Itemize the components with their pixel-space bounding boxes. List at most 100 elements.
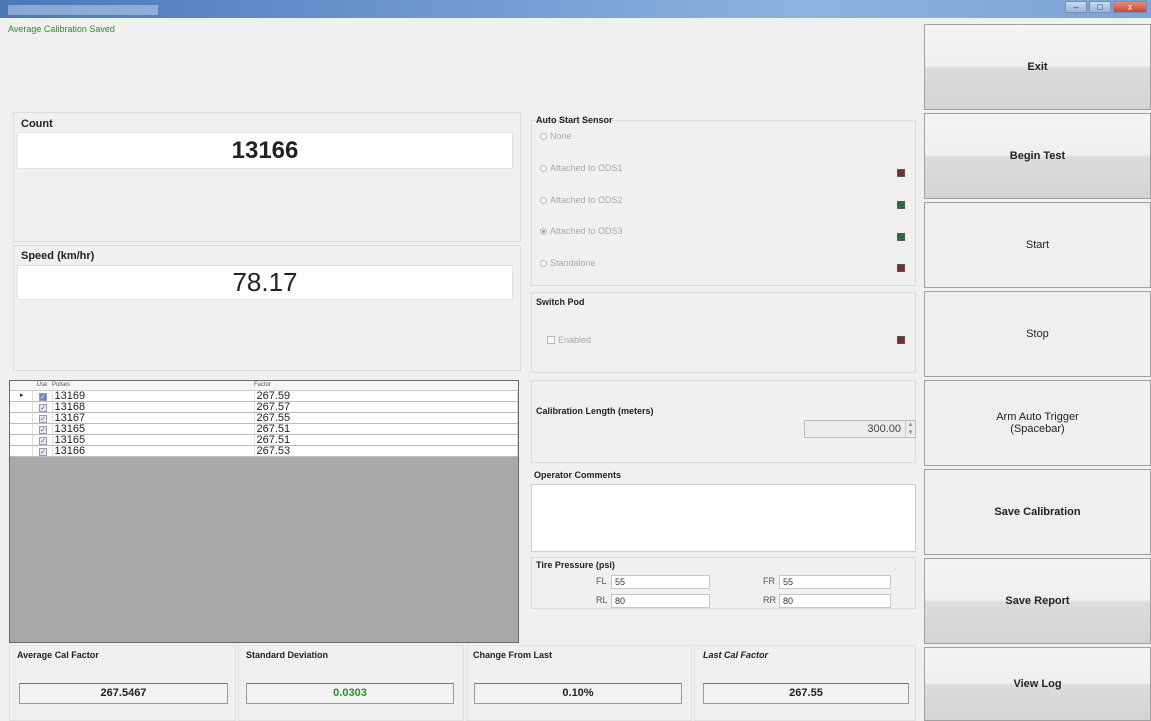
- use-cell[interactable]: ✓: [32, 434, 53, 446]
- factor-cell[interactable]: 267.51: [254, 423, 518, 435]
- radio-button[interactable]: [540, 164, 547, 172]
- use-cell[interactable]: ✓: [32, 390, 53, 402]
- speed-group: [13, 245, 521, 371]
- count-display: 13166: [17, 132, 513, 169]
- tire-rl-input[interactable]: 80: [611, 594, 710, 608]
- tire-pressure-label: Tire Pressure (psi): [536, 560, 615, 570]
- use-checkbox[interactable]: ✓: [39, 392, 47, 401]
- radio-label: Attached to ODS1: [550, 163, 623, 173]
- pulses-cell[interactable]: 13165: [52, 434, 255, 446]
- pulses-cell[interactable]: 13168: [52, 401, 255, 413]
- row-indicator: [10, 423, 33, 435]
- calibration-length-label: Calibration Length (meters): [536, 406, 654, 416]
- ods1-status-led: [897, 169, 905, 177]
- tire-fl-label: FL: [596, 576, 607, 586]
- radio-label: None: [550, 131, 572, 141]
- grid-header-factor: Factor: [254, 381, 518, 391]
- operator-comments-label: Operator Comments: [534, 470, 622, 480]
- calibration-length-input[interactable]: 300.00 ▲ ▼: [804, 420, 916, 438]
- arm-auto-trigger-hint: (Spacebar): [1010, 423, 1065, 435]
- row-indicator: [10, 434, 33, 446]
- use-checkbox[interactable]: ✓: [39, 403, 47, 412]
- radio-button-selected[interactable]: [540, 227, 547, 235]
- factor-cell[interactable]: 267.51: [254, 434, 518, 446]
- tire-rr-label: RR: [763, 595, 776, 605]
- count-label: Count: [21, 118, 53, 130]
- calibration-length-value: 300.00: [867, 423, 901, 435]
- factor-cell[interactable]: 267.57: [254, 401, 518, 413]
- pulses-cell[interactable]: 13169: [52, 390, 255, 402]
- use-cell[interactable]: ✓: [32, 401, 53, 413]
- radio-button[interactable]: [540, 132, 547, 140]
- avg-cal-factor-value: 267.5467: [19, 683, 228, 704]
- radio-button[interactable]: [540, 196, 547, 204]
- use-checkbox[interactable]: ✓: [39, 425, 47, 434]
- radio-label: Attached to ODS2: [550, 195, 623, 205]
- save-report-button[interactable]: Save Report: [924, 558, 1151, 644]
- factor-cell[interactable]: 267.53: [254, 445, 518, 457]
- standalone-status-led: [897, 264, 905, 272]
- change-from-last-label: Change From Last: [473, 650, 553, 660]
- tire-fr-label: FR: [763, 576, 775, 586]
- calibration-grid[interactable]: Use Pulses Factor ▸ ✓ 13169 267.59 ✓ 131…: [9, 380, 519, 643]
- tire-fr-input[interactable]: 55: [779, 575, 891, 589]
- begin-test-button[interactable]: Begin Test: [924, 113, 1151, 199]
- avg-cal-factor-label: Average Cal Factor: [17, 650, 99, 660]
- radio-label: Attached to ODS3: [550, 226, 623, 236]
- factor-cell[interactable]: 267.59: [254, 390, 518, 402]
- exit-button[interactable]: Exit: [924, 24, 1151, 110]
- use-cell[interactable]: ✓: [32, 412, 53, 424]
- checkbox-label: Enabled: [558, 335, 592, 345]
- tire-fl-input[interactable]: 55: [611, 575, 710, 589]
- table-row[interactable]: ✓ 13168 267.57: [10, 401, 518, 413]
- radio-ods2[interactable]: Attached to ODS2: [540, 195, 623, 205]
- pulses-cell[interactable]: 13165: [52, 423, 255, 435]
- stop-button[interactable]: Stop: [924, 291, 1151, 377]
- table-row[interactable]: ✓ 13165 267.51: [10, 423, 518, 435]
- minimize-button[interactable]: –: [1065, 1, 1087, 13]
- switch-pod-status-led: [897, 336, 905, 344]
- start-button[interactable]: Start: [924, 202, 1151, 288]
- radio-ods3[interactable]: Attached to ODS3: [540, 226, 623, 236]
- use-checkbox[interactable]: ✓: [39, 414, 47, 423]
- title-bar-caption: [8, 5, 158, 15]
- arm-auto-trigger-button[interactable]: Arm Auto Trigger (Spacebar): [924, 380, 1151, 466]
- radio-button[interactable]: [540, 259, 547, 267]
- last-cal-factor-label: Last Cal Factor: [703, 650, 769, 660]
- arm-auto-trigger-label: Arm Auto Trigger: [996, 411, 1079, 423]
- grid-header-pulses: Pulses: [52, 381, 254, 391]
- pulses-cell[interactable]: 13167: [52, 412, 255, 424]
- use-checkbox[interactable]: ✓: [39, 447, 47, 456]
- factor-cell[interactable]: 267.55: [254, 412, 518, 424]
- grid-header-row: Use Pulses Factor: [10, 381, 518, 391]
- operator-comments-textarea[interactable]: [531, 484, 916, 552]
- view-log-button[interactable]: View Log: [924, 647, 1151, 721]
- switch-pod-group: [531, 292, 916, 373]
- table-row[interactable]: ✓ 13166 267.53: [10, 445, 518, 457]
- use-checkbox[interactable]: ✓: [39, 436, 47, 445]
- auto-start-label: Auto Start Sensor: [536, 115, 613, 125]
- close-button[interactable]: x: [1113, 1, 1147, 13]
- use-cell[interactable]: ✓: [32, 423, 53, 435]
- window-controls: – □ x: [1065, 1, 1147, 13]
- table-row[interactable]: ▸ ✓ 13169 267.59: [10, 390, 518, 402]
- row-indicator: [10, 401, 33, 413]
- save-calibration-button[interactable]: Save Calibration: [924, 469, 1151, 555]
- maximize-button[interactable]: □: [1089, 1, 1111, 13]
- use-cell[interactable]: ✓: [32, 445, 53, 457]
- std-dev-label: Standard Deviation: [246, 650, 329, 660]
- table-row[interactable]: ✓ 13165 267.51: [10, 434, 518, 446]
- tire-rr-input[interactable]: 80: [779, 594, 891, 608]
- radio-ods1[interactable]: Attached to ODS1: [540, 163, 623, 173]
- switch-pod-enabled-checkbox[interactable]: Enabled: [547, 335, 591, 345]
- spinner-arrows-icon[interactable]: ▲ ▼: [905, 421, 915, 437]
- radio-standalone[interactable]: Standalone: [540, 258, 596, 268]
- checkbox[interactable]: [547, 336, 555, 344]
- std-dev-value: 0.0303: [246, 683, 454, 704]
- table-row[interactable]: ✓ 13167 267.55: [10, 412, 518, 424]
- pulses-cell[interactable]: 13166: [52, 445, 255, 457]
- last-cal-factor-value: 267.55: [703, 683, 909, 704]
- radio-none[interactable]: None: [540, 131, 572, 141]
- title-bar: – □ x: [0, 0, 1151, 18]
- speed-display: 78.17: [17, 265, 513, 300]
